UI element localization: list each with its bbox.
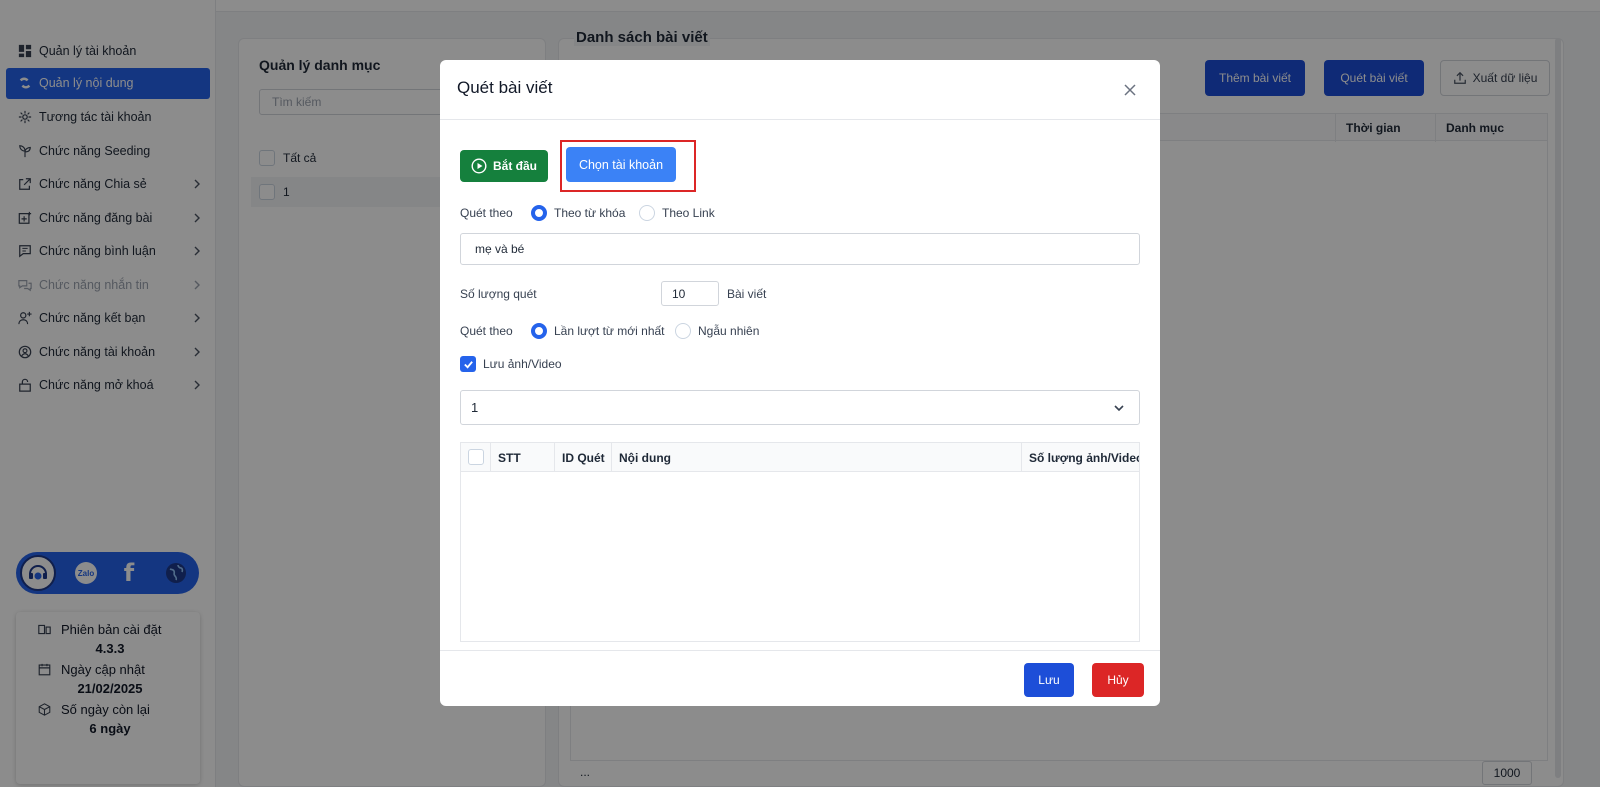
chevron-down-icon	[1114, 405, 1124, 412]
scan-result-table: STT ID Quét Nội dung Số lượng ảnh/Video	[460, 442, 1140, 642]
radio-label: Theo Link	[662, 206, 715, 220]
cancel-button[interactable]: Hủy	[1092, 663, 1144, 697]
scan-count-input[interactable]: 10	[661, 281, 719, 306]
modal-title: Quét bài viết	[457, 78, 553, 97]
close-icon[interactable]	[1122, 82, 1138, 98]
check-icon	[463, 360, 473, 369]
start-button-label: Bắt đầu	[492, 159, 537, 173]
select-all-checkbox[interactable]	[468, 449, 484, 465]
scan-post-modal: Quét bài viết Bắt đầu Chọn tài khoản Qué…	[440, 60, 1160, 706]
play-circle-icon	[471, 158, 487, 174]
scan-by-label: Quét theo	[460, 206, 513, 220]
radio-label: Lần lượt từ mới nhất	[554, 324, 665, 338]
radio-by-link[interactable]: Theo Link	[639, 205, 715, 221]
save-media-label: Lưu ảnh/Video	[483, 357, 562, 371]
scan-count-unit: Bài viết	[727, 287, 767, 301]
checkbox-checked[interactable]	[460, 356, 476, 372]
choose-account-button[interactable]: Chọn tài khoản	[566, 147, 676, 182]
category-select[interactable]: 1	[460, 390, 1140, 425]
category-select-value: 1	[471, 400, 479, 415]
radio-latest-first[interactable]: Lần lượt từ mới nhất	[531, 323, 665, 339]
radio-label: Ngẫu nhiên	[698, 324, 760, 338]
save-button[interactable]: Lưu	[1024, 663, 1074, 697]
keyword-input[interactable]: mẹ và bé	[460, 233, 1140, 265]
radio-circle[interactable]	[639, 205, 655, 221]
radio-by-keyword[interactable]: Theo từ khóa	[531, 205, 625, 221]
scan-table-header: STT ID Quét Nội dung Số lượng ảnh/Video	[461, 443, 1139, 472]
radio-circle-checked[interactable]	[531, 205, 547, 221]
scan-order-label: Quét theo	[460, 324, 513, 338]
radio-circle-checked[interactable]	[531, 323, 547, 339]
column-stt[interactable]: STT	[490, 443, 554, 472]
modal-footer: Lưu Hủy	[440, 650, 1160, 706]
radio-label: Theo từ khóa	[554, 206, 626, 220]
column-content[interactable]: Nội dung	[611, 443, 1021, 472]
scan-count-label: Số lượng quét	[460, 287, 537, 301]
save-media-checkbox[interactable]: Lưu ảnh/Video	[460, 356, 562, 372]
column-scan-id[interactable]: ID Quét	[554, 443, 611, 472]
radio-random[interactable]: Ngẫu nhiên	[675, 323, 759, 339]
radio-circle[interactable]	[675, 323, 691, 339]
modal-header: Quét bài viết	[440, 60, 1160, 120]
start-button[interactable]: Bắt đầu	[460, 150, 548, 182]
column-media-count[interactable]: Số lượng ảnh/Video	[1021, 443, 1139, 472]
